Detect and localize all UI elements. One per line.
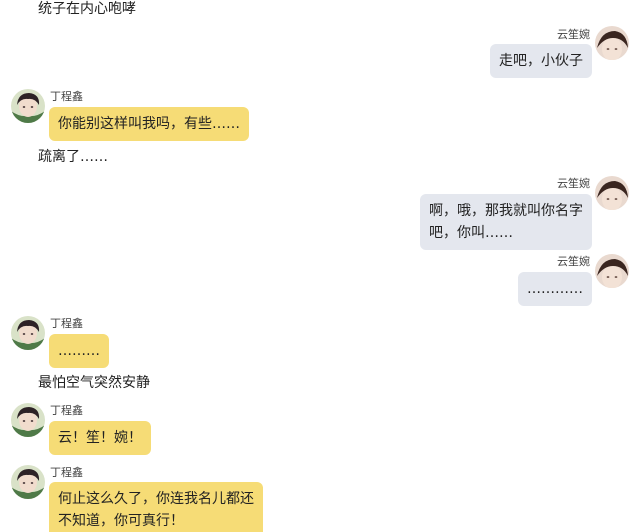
girl-avatar-icon[interactable] xyxy=(595,254,629,288)
sender-name: 丁程鑫 xyxy=(50,90,83,103)
boy-avatar-icon[interactable] xyxy=(11,89,45,123)
sender-name: 云笙婉 xyxy=(557,255,590,268)
message-bubble[interactable]: 啊，哦，那我就叫你名字 吧，你叫…… xyxy=(420,194,592,250)
message-bubble[interactable]: 走吧，小伙子 xyxy=(490,44,592,78)
sender-name: 云笙婉 xyxy=(557,177,590,190)
narration-caption: 疏离了…… xyxy=(38,149,108,165)
sender-name: 丁程鑫 xyxy=(50,404,83,417)
narration-caption: 统子在内心咆哮 xyxy=(38,1,136,17)
boy-avatar-icon[interactable] xyxy=(11,316,45,350)
sender-name: 丁程鑫 xyxy=(50,466,83,479)
chat-screen: 统子在内心咆哮 云笙婉 走吧，小伙子 丁程鑫 你能别这样叫我吗，有些…… 疏离了… xyxy=(0,0,640,532)
message-bubble[interactable]: 何止这么久了，你连我名儿都还 不知道，你可真行！ xyxy=(49,482,263,532)
message-bubble[interactable]: 你能别这样叫我吗，有些…… xyxy=(49,107,249,141)
narration-caption: 最怕空气突然安静 xyxy=(38,375,150,391)
message-bubble[interactable]: 云！笙！婉！ xyxy=(49,421,151,455)
message-bubble[interactable]: ……… xyxy=(49,334,109,368)
boy-avatar-icon[interactable] xyxy=(11,465,45,499)
message-bubble[interactable]: ………… xyxy=(518,272,592,306)
boy-avatar-icon[interactable] xyxy=(11,403,45,437)
sender-name: 云笙婉 xyxy=(557,28,590,41)
sender-name: 丁程鑫 xyxy=(50,317,83,330)
girl-avatar-icon[interactable] xyxy=(595,176,629,210)
girl-avatar-icon[interactable] xyxy=(595,26,629,60)
